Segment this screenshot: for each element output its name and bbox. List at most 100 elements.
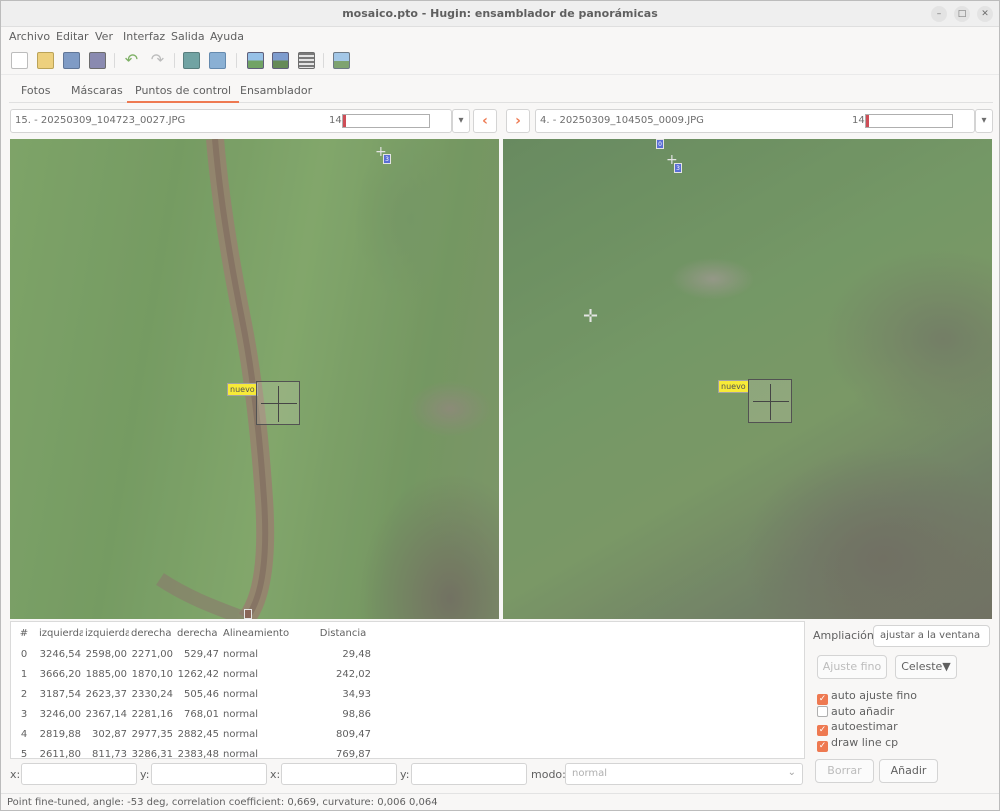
new-file-icon[interactable]	[11, 52, 28, 69]
left-image-selector[interactable]: 15. - 20250309_104723_0027.JPG 14	[10, 109, 452, 133]
table-cell: 1262,42	[177, 668, 219, 680]
toolbar-separator	[174, 53, 175, 68]
save-as-icon[interactable]	[89, 52, 106, 69]
stitch-icon[interactable]	[333, 52, 350, 69]
delete-button[interactable]: Borrar	[815, 759, 874, 783]
table-row[interactable]: 4 2819,88 302,87 2977,35 2882,45 normal 809,47	[11, 724, 373, 744]
right-image-pane[interactable]: 0 + 3 ✛ nuevo	[503, 139, 992, 619]
open-folder-icon[interactable]	[37, 52, 54, 69]
table-cell: 302,87	[92, 728, 127, 740]
table-cell: 3666,20	[39, 668, 81, 680]
status-bar: Point fine-tuned, angle: -53 deg, correl…	[1, 793, 999, 810]
cp-marker[interactable]: 3	[674, 163, 682, 173]
undo-icon[interactable]: ↶	[123, 52, 140, 69]
menu-archivo[interactable]: Archivo	[9, 30, 50, 43]
left-image-pane[interactable]: 3 + nuevo	[10, 139, 499, 619]
tab-puntos-de-control[interactable]: Puntos de control	[127, 84, 240, 103]
table-cell: 3286,31	[131, 748, 173, 759]
right-image-count: 14	[852, 115, 865, 126]
table-cell: normal	[223, 708, 259, 720]
zoom-label: Ampliación:	[813, 629, 878, 642]
table-cell: normal	[223, 728, 259, 740]
left-image-progress	[342, 114, 430, 128]
table-cell: 1	[20, 668, 28, 680]
menu-editar[interactable]: Editar	[56, 30, 89, 43]
col-left-y[interactable]: izquierda	[83, 622, 129, 644]
fast-preview-icon[interactable]	[272, 52, 289, 69]
side-panel: Ampliación: ajustar a la ventana Ajuste …	[807, 621, 993, 791]
menu-ayuda[interactable]: Ayuda	[210, 30, 244, 43]
col-right-y[interactable]: derecha	[175, 622, 221, 644]
add-images-icon[interactable]	[183, 52, 200, 69]
col-right-x[interactable]: derecha	[129, 622, 175, 644]
table-cell: normal	[223, 748, 259, 759]
table-cell: 809,47	[336, 728, 371, 740]
table-row[interactable]: 1 3666,20 1885,00 1870,10 1262,42 normal 242,0…	[11, 664, 373, 684]
tab-ensamblador[interactable]: Ensamblador	[240, 84, 312, 97]
col-index[interactable]: #	[11, 622, 37, 644]
right-image-name: 4. - 20250309_104505_0009.JPG	[540, 115, 704, 126]
table-cell: 1870,10	[131, 668, 173, 680]
right-x-input[interactable]	[281, 763, 397, 785]
toolbar-separator	[323, 53, 324, 68]
layout-icon[interactable]	[298, 52, 315, 69]
table-cell: 3	[20, 708, 28, 720]
checkbox-draw-line-cp[interactable]: ✓ draw line cp	[817, 736, 898, 752]
fine-tune-button[interactable]: Ajuste fino	[817, 655, 887, 679]
save-icon[interactable]	[63, 52, 80, 69]
table-row[interactable]: 3 3246,00 2367,14 2281,16 768,01 normal 98,86	[11, 704, 373, 724]
control-points-table[interactable]: # izquierda izquierda derecha derecha Al…	[10, 621, 805, 759]
next-image-button[interactable]: ›	[506, 109, 530, 133]
table-cell: 34,93	[342, 688, 371, 700]
hugin-window: mosaico.pto - Hugin: ensamblador de pano…	[0, 0, 1000, 811]
table-row[interactable]: 0 3246,54 2598,00 2271,00 529,47 normal 29,48	[11, 644, 373, 664]
tab-mascaras[interactable]: Máscaras	[71, 84, 123, 97]
cp-new-label: nuevo	[718, 380, 749, 393]
table-cell: 1885,00	[85, 668, 127, 680]
table-row[interactable]: 2 3187,54 2623,37 2330,24 505,46 normal 34,93	[11, 684, 373, 704]
col-distance[interactable]: Distancia	[313, 622, 373, 644]
cp-marker-top[interactable]: 0	[656, 139, 664, 149]
right-image-dropdown-icon[interactable]: ▾	[975, 109, 993, 133]
table-cell: 2611,80	[39, 748, 81, 759]
table-row[interactable]: 5 2611,80 811,73 3286,31 2383,48 normal 769,87	[11, 744, 373, 759]
prev-image-button[interactable]: ‹	[473, 109, 497, 133]
window-title: mosaico.pto - Hugin: ensamblador de pano…	[342, 7, 658, 20]
left-x-input[interactable]	[21, 763, 137, 785]
zoom-select[interactable]: ajustar a la ventana	[873, 625, 990, 647]
cp-selection-box[interactable]	[256, 381, 300, 425]
col-left-x[interactable]: izquierda	[37, 622, 83, 644]
table-cell: 2882,45	[177, 728, 219, 740]
menu-interfaz[interactable]: Interfaz	[123, 30, 165, 43]
menu-salida[interactable]: Salida	[171, 30, 205, 43]
cp-marker-bottom[interactable]	[244, 609, 252, 619]
add-time-series-icon[interactable]	[209, 52, 226, 69]
close-icon[interactable]: ✕	[977, 6, 993, 22]
tab-fotos[interactable]: Fotos	[21, 84, 50, 97]
table-cell: 29,48	[342, 648, 371, 660]
menu-ver[interactable]: Ver	[95, 30, 113, 43]
maximize-icon[interactable]: □	[954, 6, 970, 22]
checkbox-auto-fine-tune[interactable]: ✓ auto ajuste fino	[817, 689, 917, 705]
toolbar-separator	[236, 53, 237, 68]
col-alignment[interactable]: Alineamiento	[221, 622, 313, 644]
right-y-input[interactable]	[411, 763, 527, 785]
right-image-selector[interactable]: 4. - 20250309_104505_0009.JPG 14	[535, 109, 975, 133]
left-y-input[interactable]	[151, 763, 267, 785]
add-button[interactable]: Añadir	[879, 759, 938, 783]
table-cell: 2819,88	[39, 728, 81, 740]
mode-select[interactable]: normal ⌄	[565, 763, 803, 785]
redo-icon[interactable]: ↷	[149, 52, 166, 69]
preview-icon[interactable]	[247, 52, 264, 69]
cp-selection-box[interactable]	[748, 379, 792, 423]
trail-drawing	[156, 139, 275, 619]
checkbox-label: draw line cp	[831, 736, 899, 749]
table-cell: 3246,00	[39, 708, 81, 720]
left-image-dropdown-icon[interactable]: ▾	[452, 109, 470, 133]
chevron-down-icon: ⌄	[787, 767, 796, 778]
checkbox-auto-estimate[interactable]: ✓ autoestimar	[817, 720, 898, 736]
mode-label: modo:	[531, 768, 566, 781]
minimize-icon[interactable]: –	[931, 6, 947, 22]
celeste-button[interactable]: Celeste▼	[895, 655, 957, 679]
checkbox-auto-add[interactable]: auto añadir	[817, 705, 894, 718]
